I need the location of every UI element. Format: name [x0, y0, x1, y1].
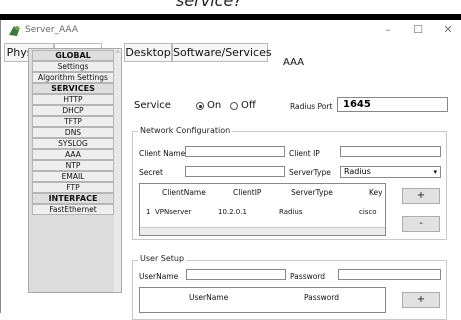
window-title: Server_AAA: [25, 25, 78, 35]
server-app-icon: [9, 26, 20, 36]
column-header-password: Password: [304, 293, 340, 302]
sidebar-item-global[interactable]: GLOBAL: [32, 50, 114, 61]
network-config-title: Network Configuration: [138, 126, 233, 135]
radius-port-input[interactable]: 1645: [337, 97, 448, 112]
radius-port-label: Radius Port: [290, 102, 333, 111]
sidebar-item-settings[interactable]: Settings: [32, 61, 114, 72]
user-table: UserName Password: [139, 287, 386, 313]
sidebar-item-aaa[interactable]: AAA: [32, 149, 114, 160]
password-input[interactable]: [338, 269, 441, 280]
sidebar-item-http[interactable]: HTTP: [32, 94, 114, 105]
server-type-select[interactable]: Radius ▾: [340, 166, 441, 178]
client-ip-label: Client IP: [289, 149, 320, 158]
sidebar-item-ftp[interactable]: FTP: [32, 182, 114, 193]
caption-text: service?: [176, 0, 242, 10]
chevron-down-icon: ▾: [433, 168, 437, 176]
column-header-username: UserName: [189, 293, 229, 302]
maximize-button[interactable]: ☐: [411, 23, 425, 36]
username-input[interactable]: [186, 269, 286, 280]
row-index: 1: [146, 208, 151, 216]
config-sidebar: ^ GLOBAL Settings Algorithm Settings SER…: [28, 48, 122, 293]
minimize-button[interactable]: –: [381, 23, 395, 36]
column-header-clientip: ClientIP: [233, 188, 262, 197]
column-header-clientname: ClientName: [162, 188, 206, 197]
add-client-button[interactable]: +: [402, 188, 440, 204]
add-user-button[interactable]: +: [402, 292, 440, 308]
sidebar-item-tftp[interactable]: TFTP: [32, 116, 114, 127]
title-bar: Server_AAA – ☐ ✕: [1, 20, 461, 42]
sidebar-item-ntp[interactable]: NTP: [32, 160, 114, 171]
secret-input[interactable]: [185, 166, 285, 177]
service-label: Service: [134, 100, 171, 111]
horizontal-scrollbar[interactable]: [140, 227, 385, 235]
client-ip-input[interactable]: [340, 146, 441, 157]
service-off-label: Off: [241, 100, 256, 111]
client-name-input[interactable]: [185, 146, 285, 157]
row-client-ip: 10.2.0.1: [218, 208, 247, 216]
server-type-value: Radius: [344, 167, 371, 176]
tab-desktop[interactable]: Desktop: [124, 43, 172, 62]
row-server-type: Radius: [279, 208, 303, 216]
user-setup-title: User Setup: [138, 254, 187, 263]
server-type-label: ServerType: [289, 168, 331, 177]
secret-label: Secret: [139, 168, 163, 177]
column-header-servertype: ServerType: [291, 188, 333, 197]
password-label: Password: [290, 272, 326, 281]
close-button[interactable]: ✕: [441, 23, 455, 36]
tab-software-services[interactable]: Software/Services: [172, 43, 272, 62]
sidebar-item-services[interactable]: SERVICES: [32, 83, 114, 94]
row-key: cisco: [359, 208, 377, 216]
sidebar-item-dhcp[interactable]: DHCP: [32, 105, 114, 116]
client-table: ClientName ClientIP ServerType Key 1 VPN…: [139, 183, 386, 236]
service-off-radio[interactable]: [230, 102, 238, 110]
sidebar-item-algorithm-settings[interactable]: Algorithm Settings: [32, 72, 114, 83]
username-label: UserName: [139, 272, 179, 281]
sidebar-item-syslog[interactable]: SYSLOG: [32, 138, 114, 149]
remove-client-button[interactable]: -: [402, 216, 440, 232]
service-on-radio[interactable]: [196, 102, 204, 110]
client-name-label: Client Name: [139, 149, 186, 158]
page-title: AAA: [283, 57, 305, 68]
sidebar-scrollbar[interactable]: [114, 49, 121, 292]
service-on-label: On: [207, 100, 222, 111]
scroll-up-icon[interactable]: ^: [114, 50, 121, 58]
sidebar-item-email[interactable]: EMAIL: [32, 171, 114, 182]
column-header-key: Key: [369, 188, 383, 197]
sidebar-item-interface[interactable]: INTERFACE: [32, 193, 114, 204]
caption-strip: service?: [0, 0, 461, 14]
sidebar-item-fastethernet[interactable]: FastEthernet: [32, 204, 114, 215]
row-client-name: VPNserver: [155, 208, 192, 216]
sidebar-item-dns[interactable]: DNS: [32, 127, 114, 138]
